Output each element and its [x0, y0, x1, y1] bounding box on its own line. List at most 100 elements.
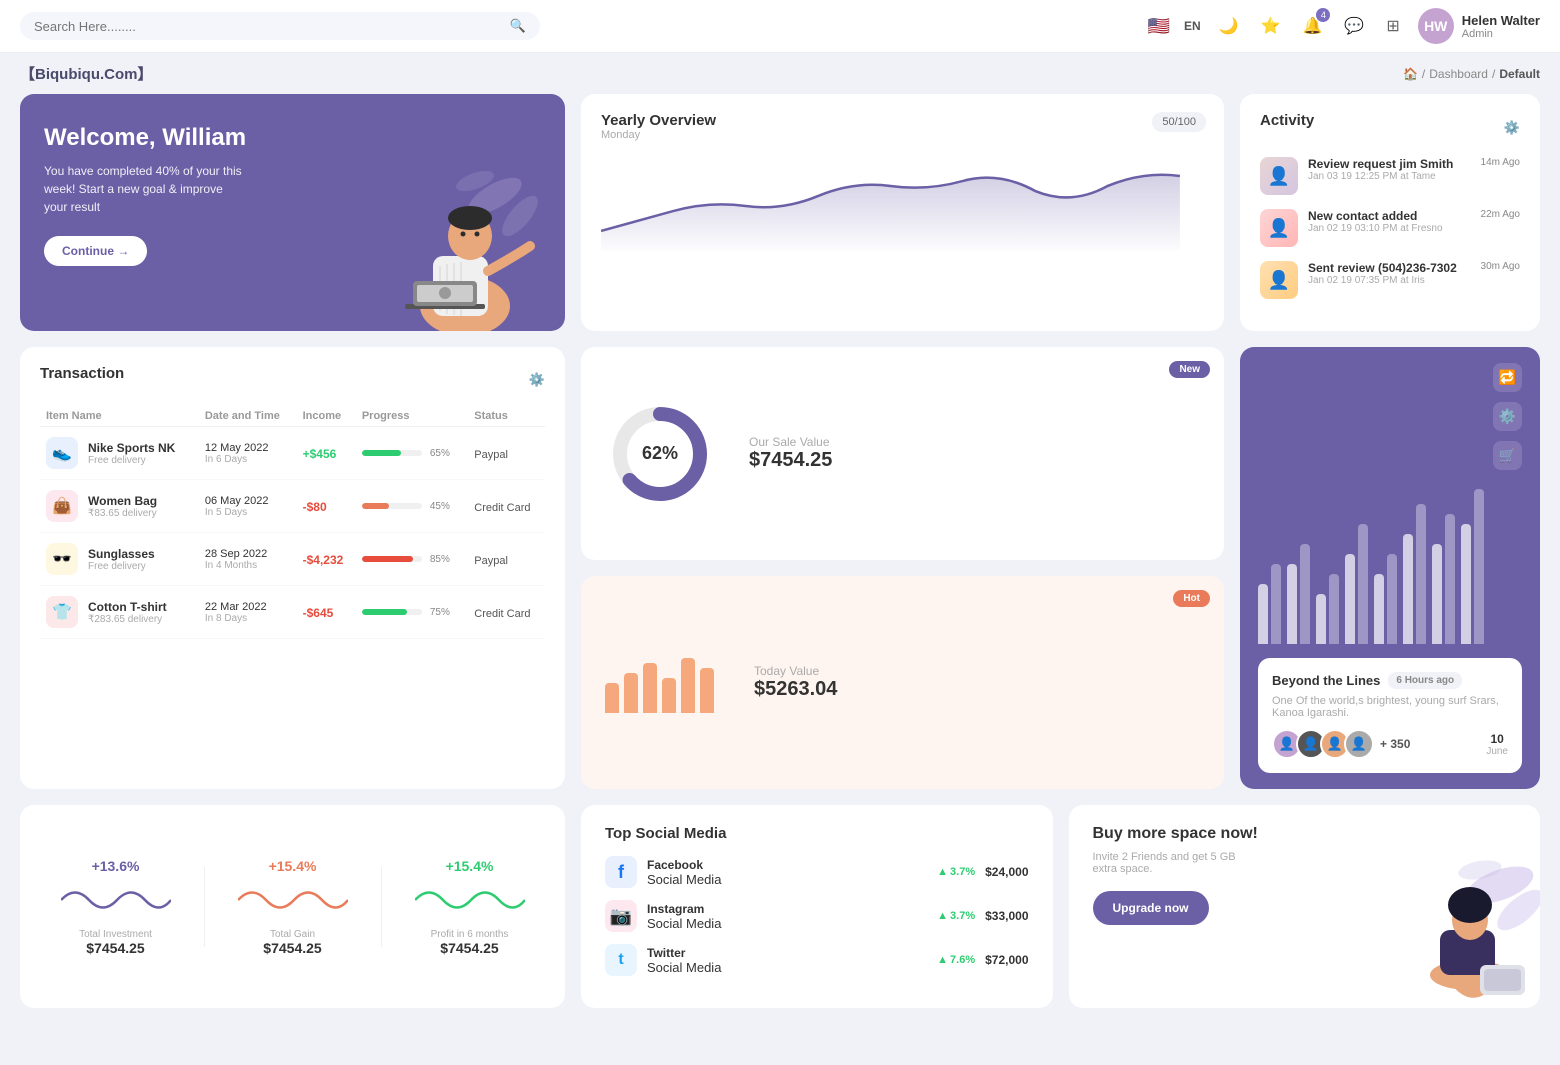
invest-wave-1	[238, 880, 348, 920]
activity-time-1: 22m Ago	[1481, 209, 1520, 220]
col-income: Income	[297, 406, 356, 427]
welcome-illustration	[345, 94, 565, 331]
progress-fill-1	[362, 503, 389, 509]
user-profile[interactable]: HW Helen Walter Admin	[1418, 8, 1540, 44]
yearly-subtitle: Monday	[601, 129, 716, 141]
beyond-time: 6 Hours ago	[1388, 672, 1462, 689]
notifications-button[interactable]: 🔔 4	[1298, 12, 1326, 40]
brand-logo: 【Biqubiqu.Com】	[20, 63, 152, 84]
investments-card: +13.6% Total Investment $7454.25 +15.4% …	[20, 805, 565, 1008]
dark-mode-toggle[interactable]: 🌙	[1215, 12, 1243, 40]
cell-progress-3: 75%	[356, 586, 468, 639]
social-change-2: ▲ 7.6%	[937, 954, 975, 966]
cell-progress-1: 45%	[356, 480, 468, 533]
bg4	[1345, 524, 1368, 644]
activity-thumb-1: 👤	[1260, 209, 1298, 247]
income-3: -$645	[303, 606, 334, 620]
bi16	[1474, 489, 1484, 644]
chart-icon-3[interactable]: 🛒	[1493, 441, 1522, 470]
bi14	[1445, 514, 1455, 644]
progress-label-0: 65%	[430, 448, 450, 459]
right-col: 🔁 ⚙️ 🛒	[1240, 347, 1540, 789]
search-bar[interactable]: 🔍	[20, 12, 540, 40]
social-row-0: f Facebook Social Media ▲ 3.7% $24,000	[605, 856, 1029, 888]
activity-item-2: 👤 Sent review (504)236-7302 Jan 02 19 07…	[1260, 261, 1520, 299]
continue-button[interactable]: Continue →	[44, 236, 147, 266]
social-sub-1: Social Media	[647, 916, 927, 931]
invest-item-2: +15.4% Profit in 6 months $7454.25	[415, 858, 525, 956]
avatar-4: 👤	[1344, 729, 1374, 759]
chat-button[interactable]: 💬	[1340, 12, 1368, 40]
today-bar-chart	[605, 653, 714, 713]
activity-item-1: 👤 New contact added Jan 02 19 03:10 PM a…	[1260, 209, 1520, 247]
invest-percent-2: +15.4%	[415, 858, 525, 874]
bar-5	[681, 658, 695, 713]
cell-status-1: Credit Card	[468, 480, 545, 533]
bg1	[1258, 564, 1281, 644]
cell-date-1: 06 May 2022 In 5 Days	[199, 480, 297, 533]
search-input[interactable]	[34, 19, 502, 34]
language-label[interactable]: EN	[1184, 19, 1201, 33]
divider-1	[204, 867, 205, 947]
activity-sub-2: Jan 02 19 07:35 PM at Iris	[1308, 275, 1457, 286]
star-button[interactable]: ⭐	[1257, 12, 1285, 40]
activity-title-0: Review request jim Smith	[1308, 157, 1453, 171]
table-header-row: Item Name Date and Time Income Progress …	[40, 406, 545, 427]
bi12	[1416, 504, 1426, 644]
breadcrumb-dashboard[interactable]: Dashboard	[1429, 67, 1488, 81]
invest-value-0: $7454.25	[61, 940, 171, 956]
activity-card: Activity ⚙️ 👤 Review request jim Smith J…	[1240, 94, 1540, 331]
invest-item-1: +15.4% Total Gain $7454.25	[238, 858, 348, 956]
bi8	[1358, 524, 1368, 644]
item-icon-0: 👟	[46, 437, 78, 469]
bi11	[1403, 534, 1413, 644]
transaction-settings-icon[interactable]: ⚙️	[529, 372, 545, 388]
bar-6	[700, 668, 714, 713]
sale-value-card: 62% Our Sale Value $7454.25 New	[581, 347, 1224, 560]
progress-wrap-3	[362, 609, 422, 615]
social-sub-0: Social Media	[647, 872, 927, 887]
bg2	[1287, 544, 1310, 644]
home-icon: 🏠	[1403, 67, 1418, 81]
social-title: Top Social Media	[605, 825, 1029, 842]
date-main-1: 06 May 2022	[205, 495, 291, 507]
date-sub-1: In 5 Days	[205, 507, 291, 518]
upgrade-button[interactable]: Upgrade now	[1093, 891, 1209, 925]
cell-item-3: 👕 Cotton T-shirt ₹283.65 delivery	[40, 586, 199, 639]
bar-1	[605, 683, 619, 713]
social-row-1: 📷 Instagram Social Media ▲ 3.7% $33,000	[605, 900, 1029, 932]
expand-button[interactable]: ⊞	[1382, 12, 1403, 40]
social-name-0: Facebook	[647, 858, 927, 872]
bg7	[1432, 514, 1455, 644]
chart-icon-1[interactable]: 🔁	[1493, 363, 1522, 392]
status-0: Paypal	[474, 449, 508, 461]
income-0: +$456	[303, 447, 337, 461]
transaction-card: Transaction ⚙️ Item Name Date and Time I…	[20, 347, 565, 789]
cell-item-1: 👜 Women Bag ₹83.65 delivery	[40, 480, 199, 533]
yearly-score: 50/100	[1152, 112, 1206, 132]
cell-progress-2: 85%	[356, 533, 468, 586]
progress-label-2: 85%	[430, 554, 450, 565]
beyond-title-text: Beyond the Lines	[1272, 673, 1380, 688]
topnav-right: 🇺🇸 EN 🌙 ⭐ 🔔 4 💬 ⊞ HW Helen Walter Admin	[1148, 8, 1540, 44]
bi15	[1461, 524, 1471, 644]
date-main-0: 12 May 2022	[205, 442, 291, 454]
invest-percent-1: +15.4%	[238, 858, 348, 874]
invest-label-0: Total Investment	[61, 929, 171, 940]
item-name-0: Nike Sports NK	[88, 441, 175, 455]
invest-wave-2	[415, 880, 525, 920]
cell-progress-0: 65%	[356, 427, 468, 480]
progress-wrap-2	[362, 556, 422, 562]
cell-income-1: -$80	[297, 480, 356, 533]
bg8	[1461, 489, 1484, 644]
transaction-header: Transaction ⚙️	[40, 365, 545, 394]
cell-income-0: +$456	[297, 427, 356, 480]
social-row-2: t Twitter Social Media ▲ 7.6% $72,000	[605, 944, 1029, 976]
beyond-title: Beyond the Lines 6 Hours ago	[1272, 672, 1508, 689]
activity-settings-icon[interactable]: ⚙️	[1504, 120, 1520, 136]
search-icon: 🔍	[510, 18, 526, 34]
main-grid: Welcome, William You have completed 40% …	[0, 94, 1560, 1028]
table-row-3: 👕 Cotton T-shirt ₹283.65 delivery 22 Mar…	[40, 586, 545, 639]
activity-sub-1: Jan 02 19 03:10 PM at Fresno	[1308, 223, 1443, 234]
chart-icon-2[interactable]: ⚙️	[1493, 402, 1522, 431]
